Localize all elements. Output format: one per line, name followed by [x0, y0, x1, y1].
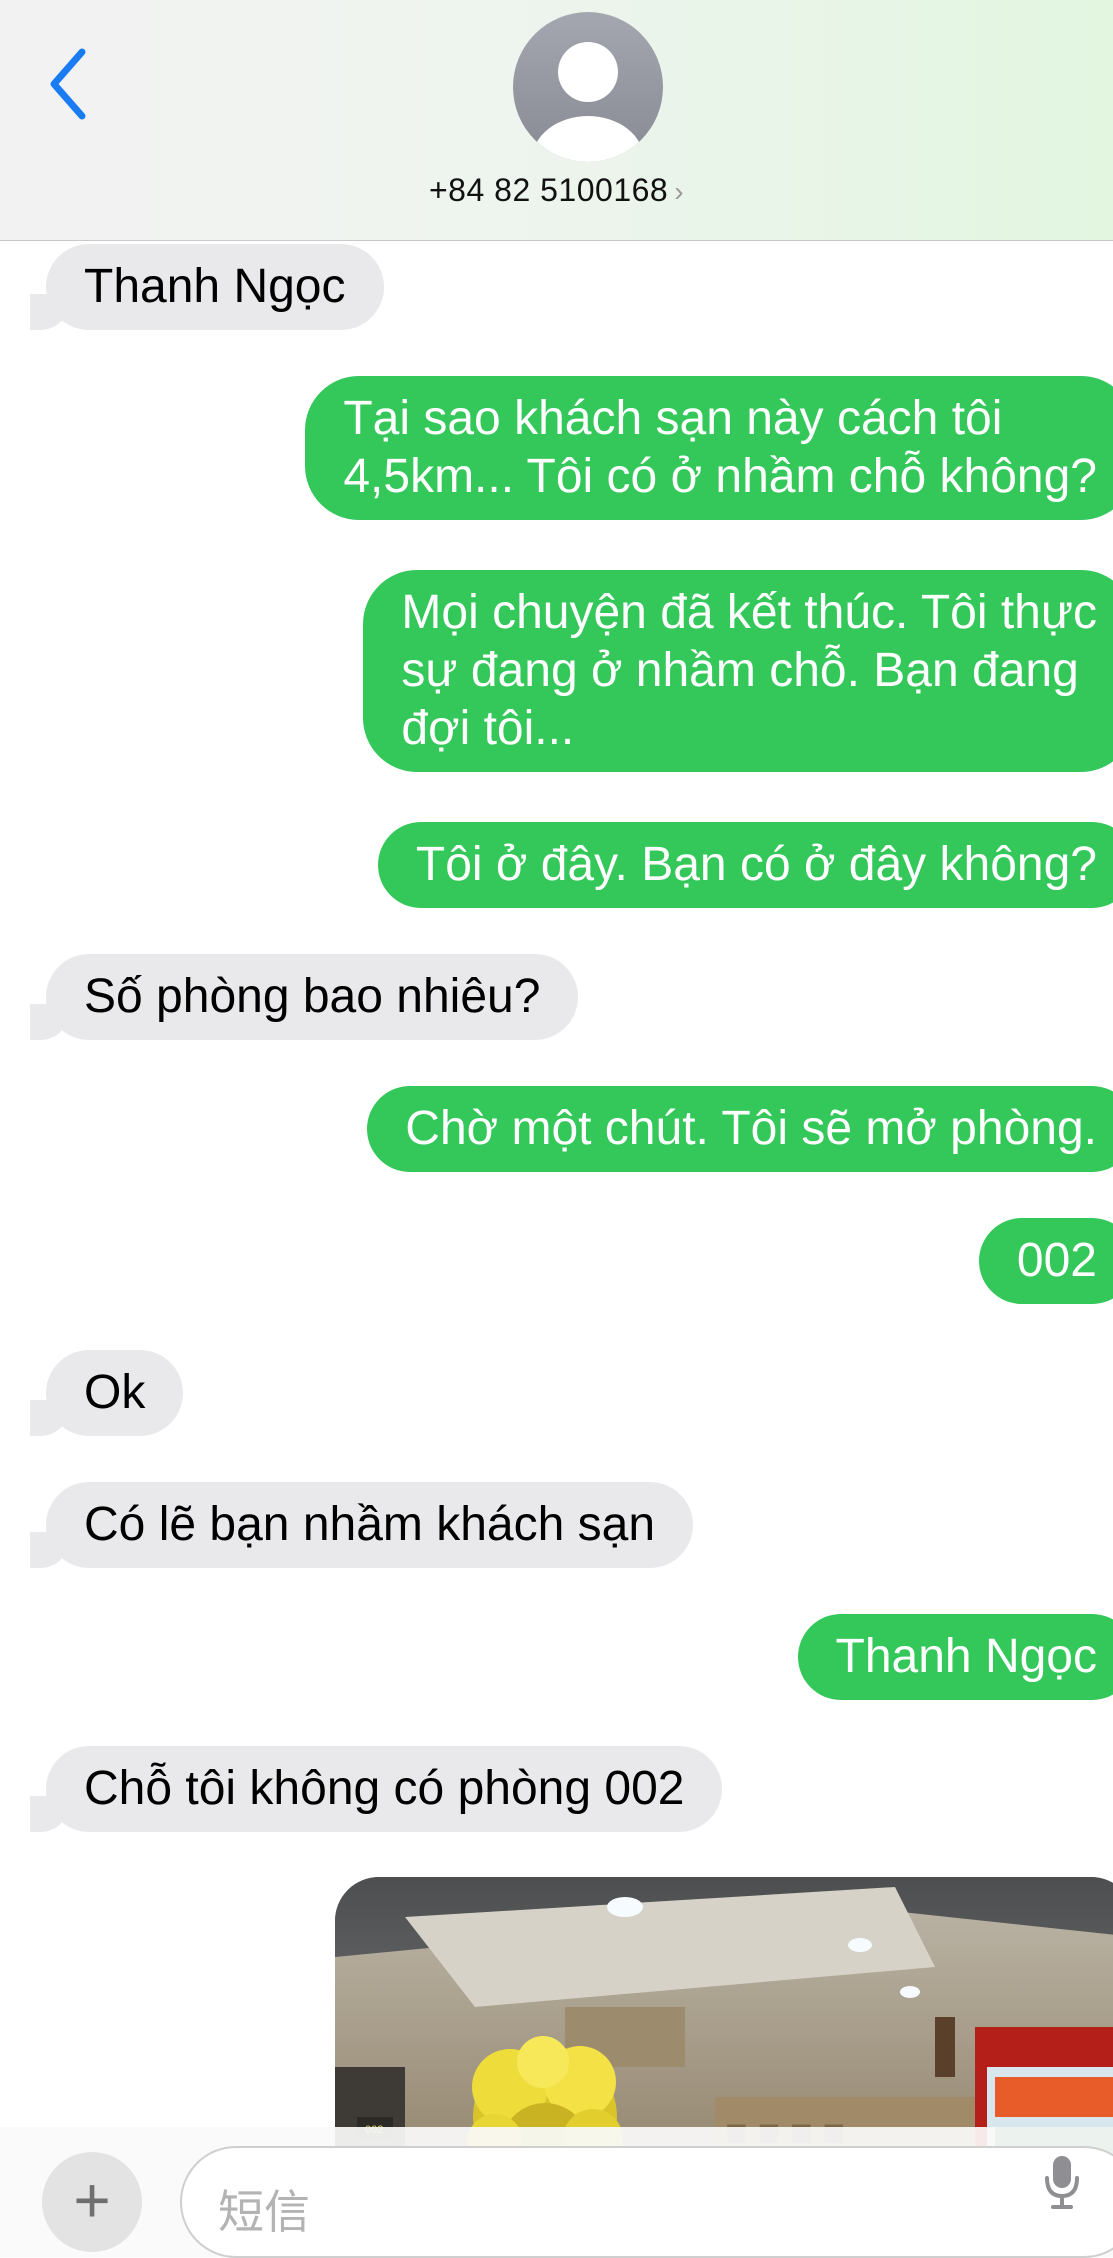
sent-message-bubble[interactable]: Chờ một chút. Tôi sẽ mở phòng.: [367, 1086, 1113, 1172]
message-text-line: Số phòng bao nhiêu?: [84, 968, 540, 1026]
message-text-line: đợi tôi...: [401, 700, 1097, 758]
message-text-line: 4,5km... Tôi có ở nhầm chỗ không?: [343, 448, 1097, 506]
microphone-icon[interactable]: [1044, 2152, 1080, 2212]
sent-message-bubble[interactable]: Tại sao khách sạn này cách tôi4,5km... T…: [305, 376, 1113, 520]
conversation-header: +84 82 5100168›: [0, 0, 1113, 241]
message-composer: + 短信: [0, 2127, 1113, 2257]
contact-phone[interactable]: +84 82 5100168: [429, 172, 668, 208]
chevron-right-icon: ›: [674, 176, 684, 207]
received-message-bubble[interactable]: Số phòng bao nhiêu?: [46, 954, 578, 1040]
message-text-line: Có lẽ bạn nhầm khách sạn: [84, 1496, 655, 1554]
message-input[interactable]: 短信: [180, 2146, 1113, 2258]
received-message-bubble[interactable]: Thanh Ngọc: [46, 244, 384, 330]
message-text-line: Tôi ở đây. Bạn có ở đây không?: [416, 836, 1097, 894]
avatar[interactable]: [513, 12, 663, 162]
message-text-line: Chỗ tôi không có phòng 002: [84, 1760, 684, 1818]
message-text-line: Thanh Ngọc: [84, 258, 346, 316]
message-text-line: Ok: [84, 1364, 145, 1422]
sent-message-bubble[interactable]: Thanh Ngọc: [798, 1614, 1113, 1700]
message-text-line: Chờ một chút. Tôi sẽ mở phòng.: [405, 1100, 1097, 1158]
contact-name[interactable]: +84 82 5100168›: [0, 172, 1113, 209]
person-silhouette-icon: [513, 12, 663, 162]
sent-message-bubble[interactable]: 002: [979, 1218, 1113, 1304]
message-input-placeholder: 短信: [218, 2176, 310, 2242]
message-text-line: Mọi chuyện đã kết thúc. Tôi thực: [401, 584, 1097, 642]
message-text-line: sự đang ở nhầm chỗ. Bạn đang: [401, 642, 1097, 700]
message-text-line: Thanh Ngọc: [836, 1628, 1098, 1686]
received-message-bubble[interactable]: Chỗ tôi không có phòng 002: [46, 1746, 722, 1832]
message-text-line: Tại sao khách sạn này cách tôi: [343, 390, 1097, 448]
message-text-line: 002: [1017, 1232, 1097, 1290]
sent-message-bubble[interactable]: Mọi chuyện đã kết thúc. Tôi thựcsự đang …: [363, 570, 1113, 772]
received-message-bubble[interactable]: Ok: [46, 1350, 183, 1436]
sent-message-bubble[interactable]: Tôi ở đây. Bạn có ở đây không?: [378, 822, 1113, 908]
plus-button[interactable]: +: [42, 2152, 142, 2252]
plus-icon: +: [42, 2152, 142, 2252]
chevron-left-icon[interactable]: [44, 44, 94, 124]
received-message-bubble[interactable]: Có lẽ bạn nhầm khách sạn: [46, 1482, 693, 1568]
